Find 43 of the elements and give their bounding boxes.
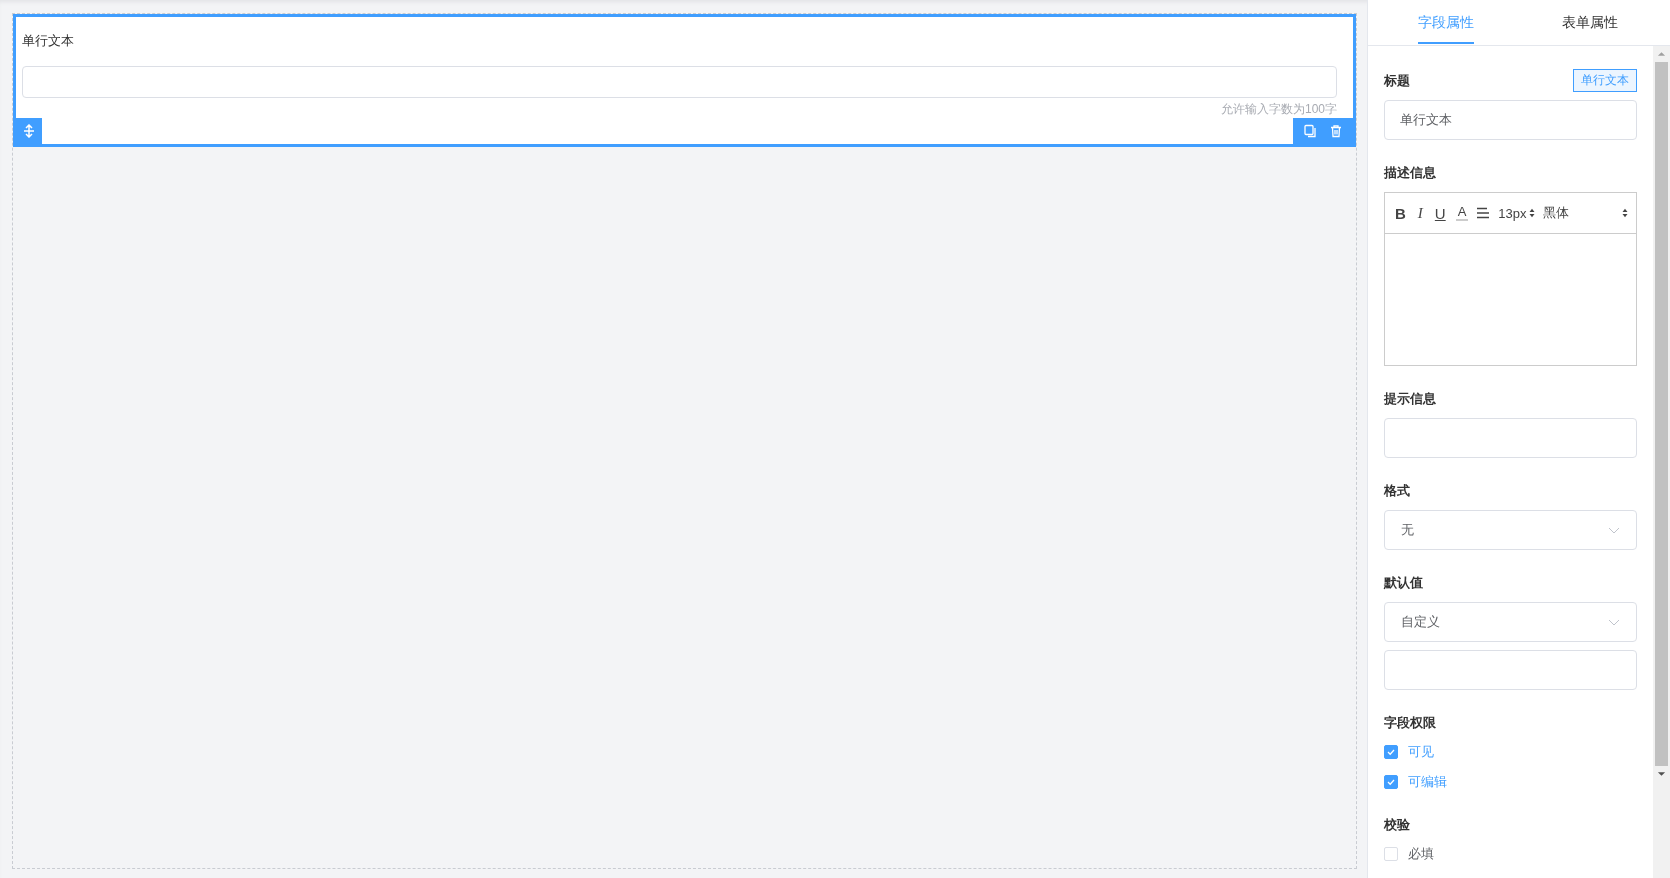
field-card[interactable]: 单行文本 允许输入字数为100字	[13, 14, 1356, 147]
italic-button[interactable]: I	[1415, 204, 1425, 222]
scrollbar-thumb[interactable]	[1655, 62, 1668, 766]
section-label: 默认值	[1384, 573, 1423, 592]
copy-icon[interactable]	[1303, 124, 1317, 138]
font-color-button[interactable]: A	[1455, 205, 1469, 221]
input-field[interactable]	[1384, 650, 1637, 690]
text-input[interactable]	[22, 66, 1337, 98]
font-size-select[interactable]: 13px	[1498, 205, 1535, 221]
scroll-up-icon[interactable]	[1657, 51, 1666, 57]
font-family-select[interactable]: 黑体	[1542, 204, 1628, 222]
tab[interactable]: 表单属性	[1562, 0, 1618, 44]
select-field[interactable]: 无	[1384, 510, 1637, 550]
input-field[interactable]: 单行文本	[1384, 100, 1637, 140]
section-label: 格式	[1384, 481, 1410, 500]
checkbox[interactable]	[1384, 775, 1398, 789]
up-down-icon[interactable]	[1528, 208, 1535, 218]
section-label: 字段权限	[1384, 713, 1436, 732]
trash-icon[interactable]	[1329, 124, 1343, 138]
scrollbar[interactable]	[1653, 46, 1670, 878]
chevron-down-icon	[1608, 618, 1620, 626]
underline-button[interactable]: U	[1432, 204, 1448, 222]
drag-handle[interactable]	[16, 118, 42, 144]
check-icon	[1386, 777, 1396, 787]
check-icon	[1386, 747, 1396, 757]
input-field[interactable]	[1384, 418, 1637, 458]
move-icon[interactable]	[22, 124, 36, 138]
section-label: 提示信息	[1384, 389, 1436, 408]
checkbox-option[interactable]: 必填	[1384, 844, 1637, 864]
hint-text: 允许输入字数为100字	[1220, 102, 1337, 116]
field-label: 单行文本	[22, 32, 75, 50]
bold-button[interactable]: B	[1393, 204, 1408, 222]
up-down-icon[interactable]	[1622, 208, 1628, 218]
section-label: 校验	[1384, 815, 1410, 834]
rich-text-editor[interactable]: B I U A 13px 黑体	[1384, 192, 1637, 366]
select-field[interactable]: 自定义	[1384, 602, 1637, 642]
section-label: 标题	[1384, 71, 1410, 90]
checkbox[interactable]	[1384, 745, 1398, 759]
align-icon[interactable]	[1476, 207, 1491, 219]
section-label: 描述信息	[1384, 163, 1436, 182]
scroll-down-icon[interactable]	[1657, 771, 1666, 777]
chevron-down-icon	[1608, 526, 1620, 534]
type-tag: 单行文本	[1573, 69, 1637, 92]
